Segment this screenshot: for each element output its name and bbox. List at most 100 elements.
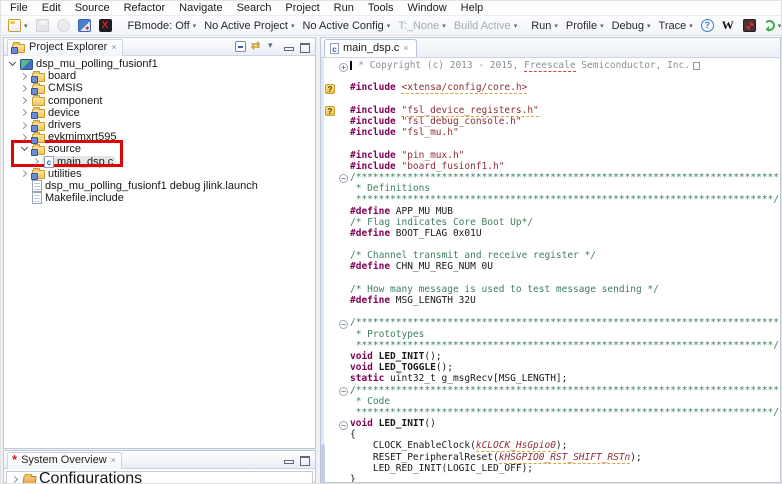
code-text: #include "pin_mux.h" [350,150,464,161]
save-button [32,18,53,33]
code-line: ?#include "fsl_device_registers.h" [321,105,780,116]
run-dropdown[interactable]: Run▾ [527,19,562,33]
minimize-icon[interactable] [283,41,294,52]
tree-item-board[interactable]: board [4,70,315,82]
collapsed-arrow-icon[interactable] [20,72,29,81]
menu-search[interactable]: Search [230,1,279,15]
fold-plus-icon[interactable]: + [339,63,348,72]
tree-item-label: dsp_mu_polling_fusionf1 debug jlink.laun… [45,180,258,192]
text-cursor [350,61,352,70]
editor-tab-main-dsp-c[interactable]: main_dsp.c × [324,39,417,57]
save-all-icon [57,19,70,32]
system-overview-tab[interactable]: * System Overview × [7,452,122,469]
menu-edit[interactable]: Edit [35,1,68,15]
collapsed-arrow-icon[interactable] [20,133,29,142]
collapsed-arrow-icon[interactable] [20,84,29,93]
code-line: #include "fsl_debug_console.h" [321,116,780,127]
unresolved-warning-icon[interactable]: ? [325,84,335,94]
tree-item-label: utilities [48,168,82,180]
menu-refactor[interactable]: Refactor [117,1,173,15]
fold-column: + [337,58,350,75]
srcfolder-icon [32,85,45,94]
collapsed-arrow-icon[interactable] [20,121,29,130]
help-button[interactable] [697,18,718,33]
collapsed-arrow-icon[interactable] [20,108,29,117]
code-text: * Copyright (c) 2013 - 2015, Freescale S… [350,60,700,71]
word-w-button[interactable] [718,18,739,33]
dropdown-caret-icon: ▾ [24,22,28,30]
code-text: ****************************************… [350,407,779,418]
minimize-icon[interactable] [283,454,294,465]
ruler-range-indicator [321,444,325,482]
menu-source[interactable]: Source [68,1,117,15]
tree-item-content: device [30,107,82,119]
collapse-all-icon[interactable] [235,41,246,52]
menu-project[interactable]: Project [278,1,326,15]
menu-navigate[interactable]: Navigate [172,1,229,15]
fold-column: − [337,168,350,186]
project-explorer-tab[interactable]: Project Explorer × [7,39,123,56]
tree-item-cmsis[interactable]: CMSIS [4,82,315,94]
collapsed-arrow-icon[interactable] [20,169,29,178]
tree-item-makefile-include[interactable]: Makefile.include [4,192,315,204]
menu-file[interactable]: File [3,1,35,15]
code-text: static uint32_t g_msgRecv[MSG_LENGTH]; [350,373,567,384]
menu-help[interactable]: Help [454,1,491,15]
tree-item-configurations[interactable]: Configurations [7,473,312,484]
debug-dropdown[interactable]: Debug▾ [608,19,655,33]
tree-item-dsp-mu-polling-fusionf1-debug-jlink-launch[interactable]: dsp_mu_polling_fusionf1 debug jlink.laun… [4,180,315,192]
code-text: ****************************************… [350,340,779,351]
fold-minus-icon[interactable]: − [339,320,348,329]
tree-item-dsp-mu-polling-fusionf1[interactable]: dsp_mu_polling_fusionf1 [4,58,315,70]
close-icon[interactable]: × [111,43,116,52]
trace-dropdown[interactable]: Trace▾ [655,19,697,33]
code-line [321,71,780,82]
system-overview-header: * System Overview × [4,451,315,469]
expanded-arrow-icon[interactable] [20,145,29,154]
menu-run[interactable]: Run [327,1,361,15]
active-config-dropdown[interactable]: No Active Config▾ [298,19,394,33]
sync-button[interactable]: ▾ [760,19,782,32]
menu-window[interactable]: Window [401,1,454,15]
new-icon [8,19,21,32]
code-editor[interactable]: + * Copyright (c) 2013 - 2015, Freescale… [321,58,780,482]
collapsed-arrow-icon[interactable] [20,96,29,105]
xt-build-button[interactable] [74,18,95,33]
dropdown-caret-icon: ▾ [689,22,693,30]
c-file-icon [330,43,339,54]
fold-minus-icon[interactable]: − [339,174,348,183]
profile-dropdown[interactable]: Profile▾ [562,19,608,33]
tree-item-component[interactable]: component [4,95,315,107]
fold-minus-icon[interactable]: − [339,387,348,396]
expanded-arrow-icon[interactable] [8,60,17,69]
view-actions [235,41,312,52]
maximize-icon[interactable] [299,454,310,465]
project-tree[interactable]: dsp_mu_polling_fusionf1boardCMSIScompone… [4,56,315,448]
tree-item-evkmimxrt595[interactable]: evkmimxrt595 [4,131,315,143]
code-line: LED_RED_INIT(LOGIC_LED_OFF); [321,463,780,474]
tree-item-source[interactable]: source [4,143,315,155]
collapsed-arrow-icon[interactable] [11,475,20,484]
tree-item-utilities[interactable]: utilities [4,168,315,180]
active-project-dropdown[interactable]: No Active Project▾ [200,19,298,33]
new-button[interactable]: ▾ [4,18,32,33]
tree-item-device[interactable]: device [4,107,315,119]
tree-item-label: board [48,70,76,82]
pdf-icon [743,19,756,32]
close-icon[interactable]: × [111,456,116,465]
pdf-button[interactable] [739,18,760,33]
link-with-editor-icon[interactable] [251,41,262,52]
fold-minus-icon[interactable]: − [339,421,348,430]
view-menu-icon[interactable] [267,41,278,52]
collapsed-arrow-icon[interactable] [32,157,41,166]
active-config-label: No Active Config [302,20,383,32]
fbmode-dropdown[interactable]: FBmode: Off▾ [124,19,201,33]
menu-tools[interactable]: Tools [361,1,401,15]
tree-item-main-dsp-c[interactable]: main_dsp.c [4,156,315,168]
xplorer-button[interactable] [95,18,116,33]
build-active-label: Build Active [454,20,511,32]
tree-item-drivers[interactable]: drivers [4,119,315,131]
unresolved-warning-icon[interactable]: ? [325,106,335,116]
maximize-icon[interactable] [299,41,310,52]
close-icon[interactable]: × [403,44,408,53]
